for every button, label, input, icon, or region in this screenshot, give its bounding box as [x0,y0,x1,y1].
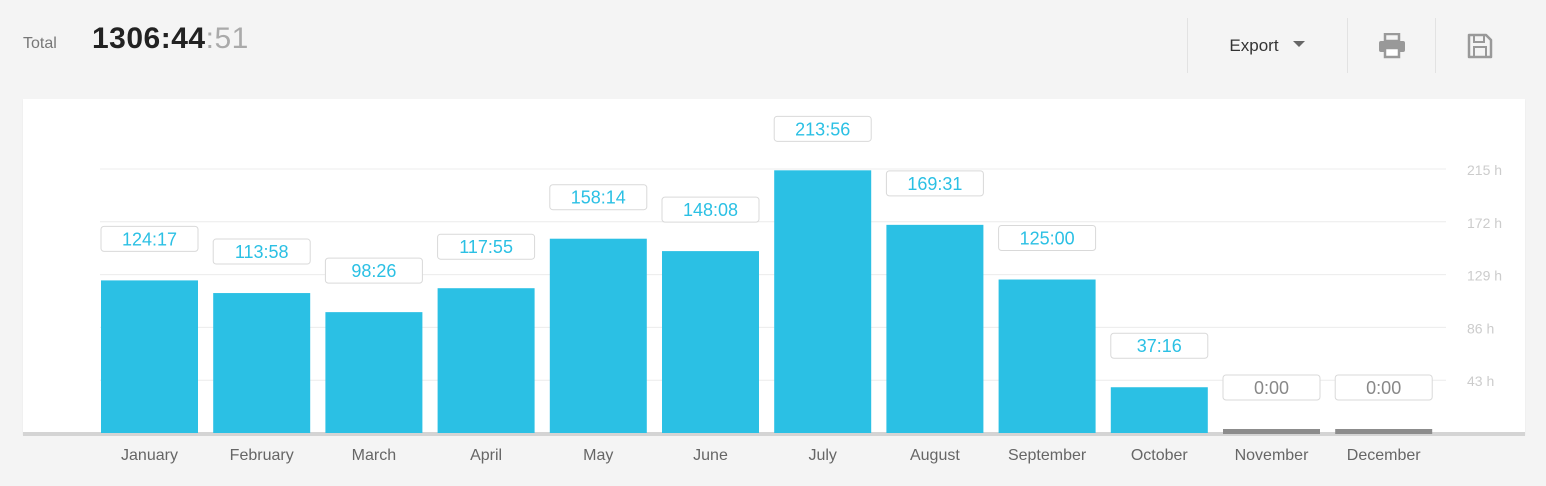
bar [1223,429,1320,434]
x-tick-label: October [1131,447,1189,464]
x-tick-label: May [583,447,613,464]
x-tick-label: June [693,447,728,464]
bar [774,170,872,434]
bar-value-label: 117:55 [459,237,513,257]
bar-value-label: 124:17 [122,229,177,249]
x-tick-label: August [910,447,960,464]
bar-value-label: 148:08 [683,200,738,220]
y-tick-label: 43 h [1467,373,1494,389]
y-tick-label: 215 h [1467,162,1502,178]
bar-value-label: 169:31 [907,174,962,194]
monthly-hours-chart: 43 h 86 h 129 h 172 h 215 h 124:17 January 113:… [23,115,1525,464]
bar-value-label: 98:26 [351,261,396,281]
bar [1110,387,1208,433]
y-tick-label: 129 h [1467,268,1502,284]
x-tick-label: December [1347,447,1421,464]
bar-value-label: 0:00 [1254,378,1289,398]
bar [662,251,759,433]
bar [998,279,1096,433]
bar [325,312,423,433]
x-tick-label: February [230,447,294,464]
bar [101,280,198,433]
bar [437,288,535,433]
y-tick-label: 86 h [1467,320,1494,336]
bar [213,293,311,433]
bar-value-label: 113:58 [235,242,289,262]
x-tick-label: July [808,447,836,464]
x-tick-label: September [1008,447,1087,464]
x-tick-label: January [121,447,178,464]
bar [886,224,984,433]
bar-value-label: 158:14 [571,188,626,208]
bar [549,238,647,433]
bar-value-label: 213:56 [795,119,850,139]
bar-value-label: 37:16 [1137,336,1182,356]
x-tick-label: April [470,447,502,464]
bar-value-label: 125:00 [1020,229,1075,249]
y-tick-label: 172 h [1467,215,1502,231]
bar [1335,429,1433,434]
bar-value-label: 0:00 [1366,378,1401,398]
x-tick-label: March [352,447,396,464]
x-tick-label: November [1235,447,1309,464]
